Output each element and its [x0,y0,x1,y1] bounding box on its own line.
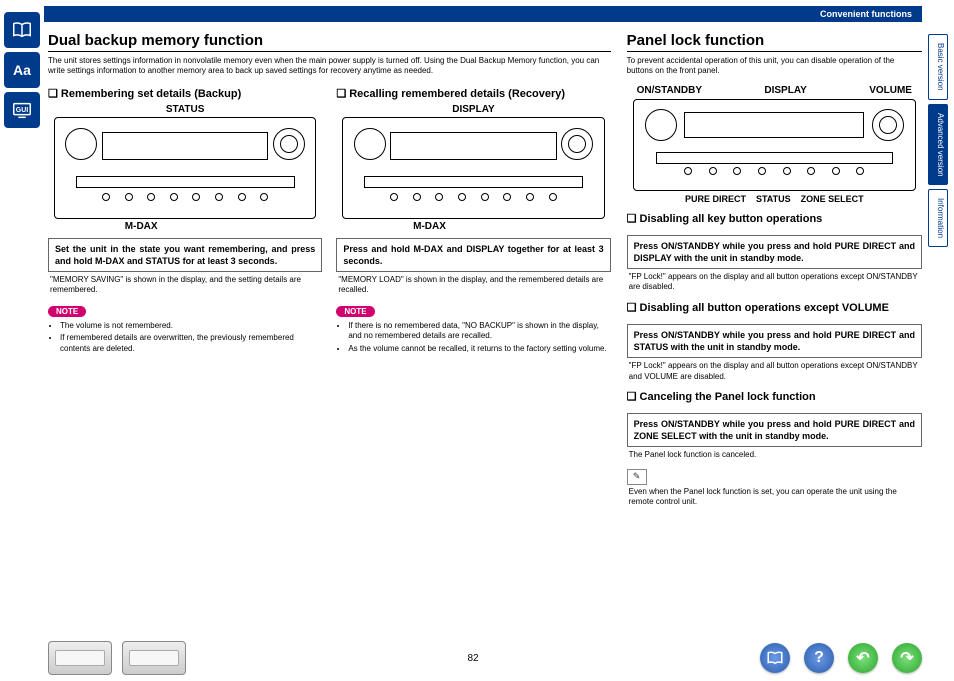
after-recovery: "MEMORY LOAD" is shown in the display, a… [338,275,608,296]
after-disable-all: "FP Lock!" appears on the display and al… [629,272,920,293]
heading-recovery: Recalling remembered details (Recovery) [336,87,610,100]
section-header: Convenient functions [44,6,922,22]
after-disable-except-volume: "FP Lock!" appears on the display and al… [629,361,920,382]
after-backup: "MEMORY SAVING" is shown in the display,… [50,275,320,296]
note-item: As the volume cannot be recalled, it ret… [348,344,610,354]
label-display: DISPLAY [764,85,806,96]
instruction-cancel-lock-text: Press ON/STANDBY while you press and hol… [634,419,915,441]
label-status: STATUS [756,194,791,204]
instruction-disable-all-text: Press ON/STANDBY while you press and hol… [634,241,915,263]
instruction-recovery-text: Press and hold M-DAX and DISPLAY togethe… [343,244,603,266]
instruction-disable-except-volume: Press ON/STANDBY while you press and hol… [627,324,922,358]
instruction-cancel-lock: Press ON/STANDBY while you press and hol… [627,413,922,447]
heading-cancel-lock: Canceling the Panel lock function [627,390,922,403]
instruction-disable-except-volume-text: Press ON/STANDBY while you press and hol… [634,330,915,352]
after-cancel-lock: The Panel lock function is canceled. [629,450,920,460]
note-pill-1: NOTE [48,306,86,317]
nav-contents-button[interactable] [760,643,790,673]
heading-disable-all: Disabling all key button operations [627,212,922,225]
heading-disable-except-volume: Disabling all button operations except V… [627,301,922,314]
right-tab-basic[interactable]: Basic version [928,34,948,100]
notes-recovery: If there is no remembered data, "NO BACK… [338,321,610,354]
nav-help-button[interactable]: ? [804,643,834,673]
page-number: 82 [186,653,760,664]
instruction-recovery: Press and hold M-DAX and DISPLAY togethe… [336,238,610,272]
intro-panel-lock: To prevent accidental operation of this … [627,56,922,77]
intro-dual-backup: The unit stores settings information in … [48,56,611,77]
left-nav-gui-icon[interactable]: GUI [4,92,40,128]
fig-label-mdax-2: M-DAX [413,221,611,232]
pencil-icon: ✎ [627,469,647,485]
nav-next-button[interactable]: ↷ [892,643,922,673]
fig-label-display: DISPLAY [336,104,610,115]
note-item: The volume is not remembered. [60,321,322,331]
thumbnail-front-panel[interactable] [48,641,112,675]
front-panel-figure-lock [633,99,916,191]
front-panel-figure-backup [54,117,316,219]
fig-label-mdax-1: M-DAX [125,221,323,232]
thumbnail-rear-panel[interactable] [122,641,186,675]
title-panel-lock: Panel lock function [627,32,922,52]
note-item: If there is no remembered data, "NO BACK… [348,321,610,342]
heading-backup: Remembering set details (Backup) [48,87,322,100]
label-onstandby: ON/STANDBY [637,85,702,96]
left-nav-aa-icon[interactable]: Aa [4,52,40,88]
tip-panel-lock: Even when the Panel lock function is set… [629,487,920,508]
instruction-backup-text: Set the unit in the state you want remem… [55,244,315,266]
front-panel-figure-recovery [342,117,604,219]
label-zoneselect: ZONE SELECT [801,194,864,204]
title-dual-backup: Dual backup memory function [48,32,611,52]
left-nav-book-icon[interactable] [4,12,40,48]
label-puredirect: PURE DIRECT [685,194,746,204]
label-volume: VOLUME [869,85,912,96]
note-pill-2: NOTE [336,306,374,317]
instruction-disable-all: Press ON/STANDBY while you press and hol… [627,235,922,269]
right-tab-advanced[interactable]: Advanced version [928,104,948,186]
nav-prev-button[interactable]: ↶ [848,643,878,673]
notes-backup: The volume is not remembered. If remembe… [50,321,322,354]
right-tab-information[interactable]: Information [928,189,948,247]
note-item: If remembered details are overwritten, t… [60,333,322,354]
fig-label-status: STATUS [48,104,322,115]
instruction-backup: Set the unit in the state you want remem… [48,238,322,272]
